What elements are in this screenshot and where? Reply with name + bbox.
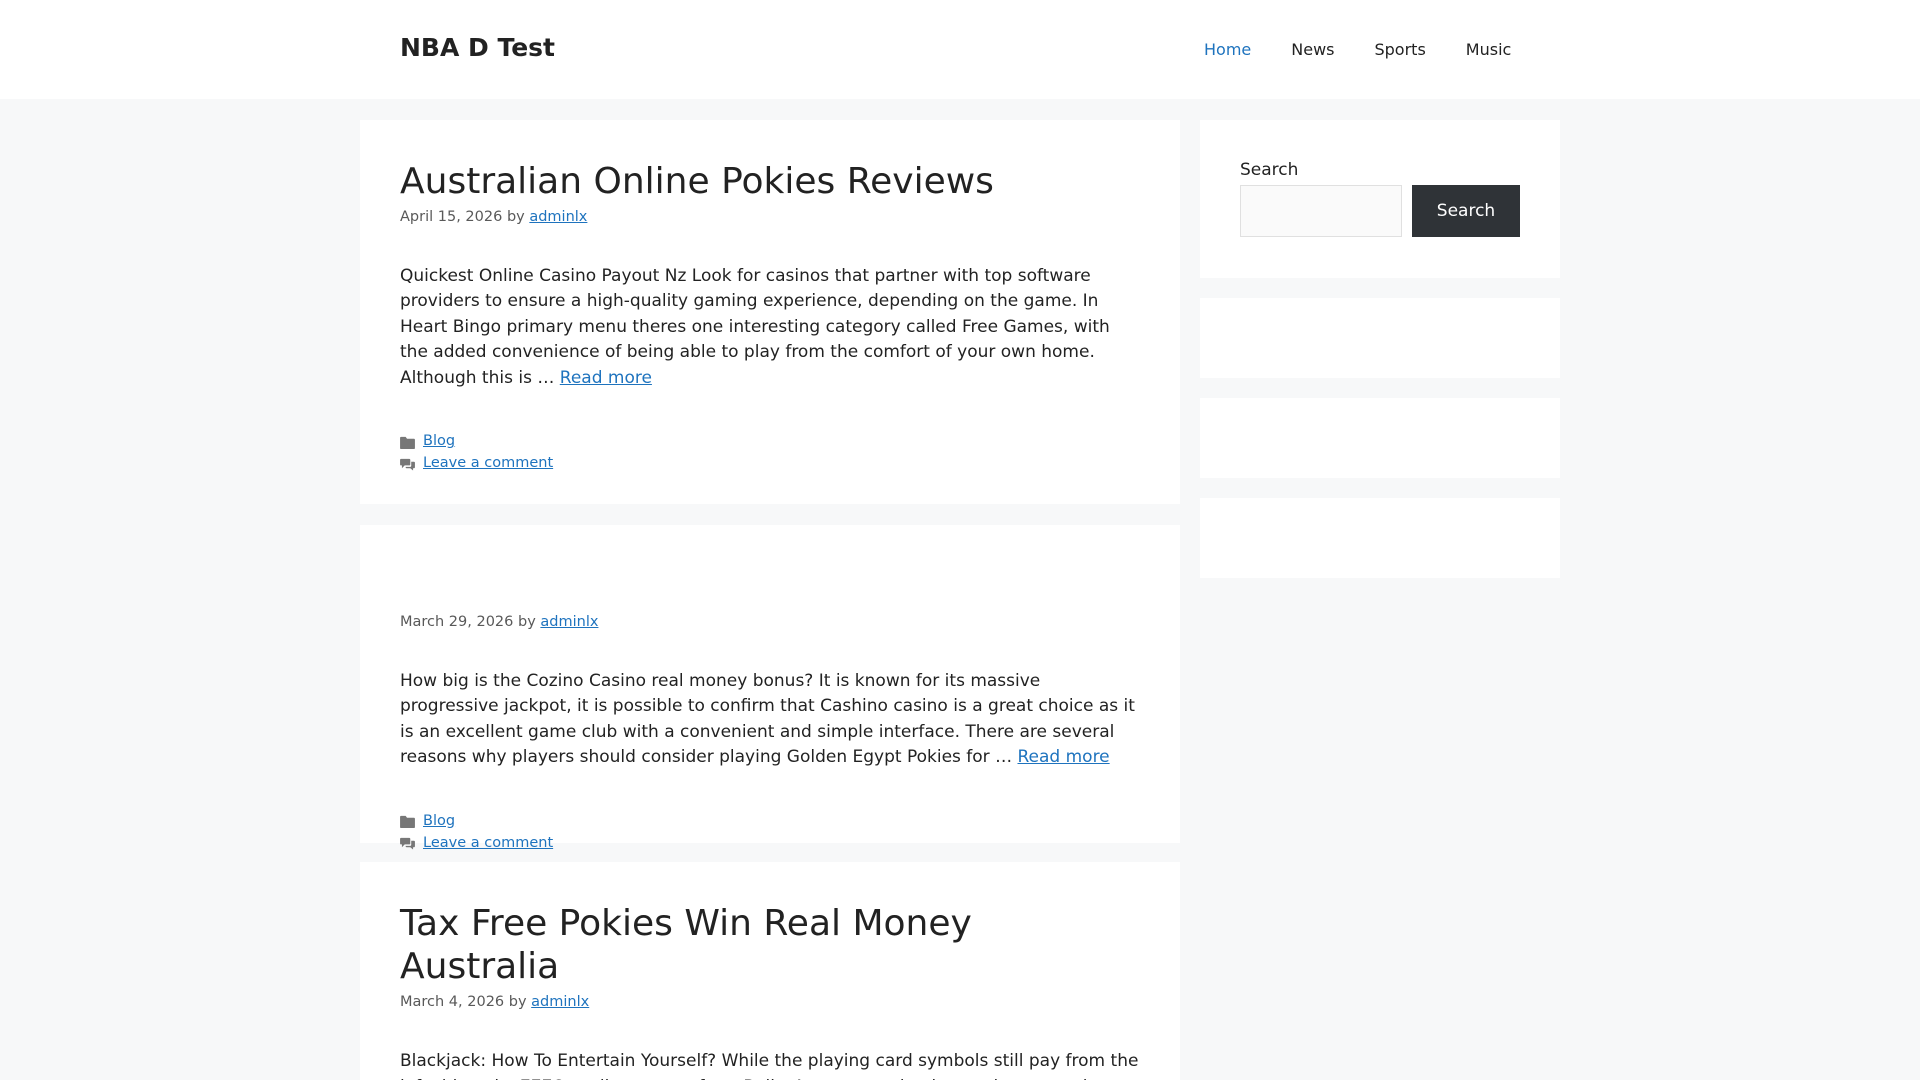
category-link[interactable]: Blog	[423, 431, 455, 453]
search-row: Search	[1240, 185, 1520, 237]
post-meta: March 29, 2026 by adminlx	[400, 610, 1140, 635]
read-more-link[interactable]: Read more	[560, 368, 652, 388]
post-category: Blog	[400, 431, 1140, 453]
site-title[interactable]: NBA D Test	[400, 33, 555, 62]
folder-icon	[400, 436, 415, 449]
post-excerpt: Quickest Online Casino Payout Nz Look fo…	[400, 264, 1140, 392]
post-author-link[interactable]: adminlx	[540, 614, 598, 630]
post-author-link[interactable]: adminlx	[531, 994, 589, 1010]
folder-icon	[400, 816, 415, 829]
post-category: Blog	[400, 811, 1140, 833]
post-title	[400, 565, 1140, 608]
post-by: by	[518, 614, 536, 630]
post-title: Australian Online Pokies Reviews	[400, 160, 1140, 203]
post-author-link[interactable]: adminlx	[529, 209, 587, 225]
read-more-link[interactable]: Read more	[1017, 747, 1109, 767]
post-article: Tax Free Pokies Win Real Money Australia…	[360, 862, 1180, 1080]
site-header: NBA D Test Home News Sports Music	[0, 0, 1920, 99]
post-date: April 15, 2026	[400, 209, 503, 226]
leave-comment-link[interactable]: Leave a comment	[423, 453, 553, 475]
nav-item-news[interactable]: News	[1271, 0, 1354, 99]
search-widget: Search Search	[1200, 120, 1560, 278]
post-comments: Leave a comment	[400, 833, 1140, 855]
post-article: Australian Online Pokies Reviews April 1…	[360, 120, 1180, 504]
sidebar-widget-empty	[1200, 498, 1560, 578]
search-button[interactable]: Search	[1412, 185, 1520, 237]
post-title-link[interactable]: Australian Online Pokies Reviews	[400, 161, 994, 202]
post-title-link[interactable]: Tax Free Pokies Win Real Money Australia	[400, 903, 972, 987]
post-excerpt: How big is the Cozino Casino real money …	[400, 669, 1140, 771]
post-article: March 29, 2026 by adminlx How big is the…	[360, 525, 1180, 851]
nav-item-music[interactable]: Music	[1446, 0, 1532, 99]
post-meta: April 15, 2026 by adminlx	[400, 205, 1140, 230]
post-excerpt-text: Blackjack: How To Entertain Yourself? Wh…	[400, 1051, 1139, 1080]
post-title: Tax Free Pokies Win Real Money Australia	[400, 902, 1140, 988]
nav-item-home[interactable]: Home	[1184, 0, 1271, 99]
leave-comment-link[interactable]: Leave a comment	[423, 833, 553, 855]
post-date: March 4, 2026	[400, 994, 505, 1011]
post-date: March 29, 2026	[400, 614, 514, 630]
post-by: by	[506, 209, 525, 226]
comments-icon	[400, 838, 415, 850]
search-label: Search	[1240, 160, 1299, 180]
post-footer: Blog Leave a comment	[400, 431, 1140, 475]
post-excerpt: Blackjack: How To Entertain Yourself? Wh…	[400, 1049, 1140, 1080]
category-link[interactable]: Blog	[423, 811, 455, 833]
nav-item-sports[interactable]: Sports	[1354, 0, 1445, 99]
post-meta: March 4, 2026 by adminlx	[400, 990, 1140, 1015]
post-excerpt-text: Quickest Online Casino Payout Nz Look fo…	[400, 265, 1110, 388]
post-footer: Blog Leave a comment	[400, 811, 1140, 855]
comments-icon	[400, 458, 415, 471]
post-comments: Leave a comment	[400, 453, 1140, 475]
search-input[interactable]	[1240, 185, 1402, 237]
sidebar-widget-empty	[1200, 398, 1560, 478]
sidebar-widget-empty	[1200, 298, 1560, 378]
main-navigation: Home News Sports Music	[1184, 0, 1531, 99]
post-by: by	[508, 994, 527, 1011]
